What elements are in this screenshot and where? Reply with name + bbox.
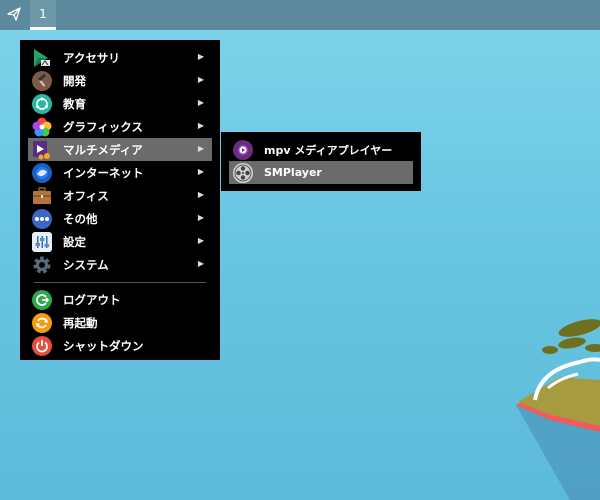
menu-item-label: オフィス (63, 188, 109, 203)
globe-icon (32, 162, 52, 183)
menu-item-label: インターネット (63, 165, 144, 180)
menu-item-other[interactable]: その他 ▶ (28, 207, 212, 230)
menu-item-shutdown[interactable]: シャットダウン (28, 334, 212, 357)
menu-item-label: 設定 (63, 234, 86, 249)
more-dots-icon (32, 208, 52, 229)
menu-item-label: アクセサリ (63, 50, 120, 65)
submenu-arrow-icon: ▶ (197, 213, 204, 222)
menu-item-graphics[interactable]: グラフィックス ▶ (28, 115, 212, 138)
hammer-icon (32, 70, 52, 91)
submenu-item-mpv[interactable]: mpv メディアプレイヤー (229, 138, 413, 161)
submenu-arrow-icon: ▶ (197, 190, 204, 199)
menu-item-development[interactable]: 開発 ▶ (28, 69, 212, 92)
logout-icon (32, 289, 52, 310)
mpv-play-icon (233, 139, 253, 160)
submenu-arrow-icon: ▶ (197, 167, 204, 176)
multimedia-submenu: mpv メディアプレイヤー SMPlayer (221, 132, 421, 191)
menu-item-education[interactable]: 教育 ▶ (28, 92, 212, 115)
menu-item-office[interactable]: オフィス ▶ (28, 184, 212, 207)
smplayer-reel-icon (233, 162, 253, 183)
accessories-icon (32, 48, 52, 68)
application-menu: アクセサリ ▶ 開発 ▶ 教育 ▶ グラフィックス ▶ マルチメディア ▶ イン… (20, 40, 220, 360)
submenu-arrow-icon: ▶ (197, 236, 204, 245)
workspace-1-button[interactable]: 1 (30, 0, 56, 30)
graphics-flower-icon (32, 117, 52, 137)
menu-item-internet[interactable]: インターネット ▶ (28, 161, 212, 184)
menu-item-label: ログアウト (63, 292, 121, 307)
menu-item-label: グラフィックス (63, 119, 143, 134)
menu-item-label: 開発 (63, 73, 86, 88)
app-launcher-button[interactable] (0, 0, 28, 30)
power-icon (32, 335, 52, 356)
settings-sliders-icon (32, 231, 52, 252)
menu-item-label: シャットダウン (63, 338, 144, 353)
submenu-item-smplayer[interactable]: SMPlayer (229, 161, 413, 184)
workspace-label: 1 (39, 6, 47, 21)
submenu-arrow-icon: ▶ (197, 121, 204, 130)
paper-plane-icon (7, 6, 21, 25)
submenu-item-label: SMPlayer (264, 166, 322, 179)
education-icon (32, 93, 52, 114)
briefcase-icon (32, 186, 52, 206)
wallpaper-island-decoration (516, 319, 600, 500)
menu-item-label: その他 (63, 211, 98, 226)
submenu-item-label: mpv メディアプレイヤー (264, 143, 393, 157)
menu-item-accessories[interactable]: アクセサリ ▶ (28, 46, 212, 69)
menu-item-label: マルチメディア (63, 142, 143, 157)
system-gear-icon (32, 255, 52, 275)
menu-item-restart[interactable]: 再起動 (28, 311, 212, 334)
top-panel: 1 (0, 0, 600, 30)
menu-separator (34, 282, 206, 283)
submenu-arrow-icon: ▶ (197, 259, 204, 268)
submenu-arrow-icon: ▶ (197, 98, 204, 107)
submenu-arrow-icon: ▶ (197, 144, 204, 153)
menu-item-label: 再起動 (63, 315, 98, 330)
menu-item-logout[interactable]: ログアウト (28, 288, 212, 311)
menu-item-label: 教育 (63, 96, 86, 111)
multimedia-icon (32, 140, 52, 160)
menu-item-system[interactable]: システム ▶ (28, 253, 212, 276)
restart-icon (32, 312, 52, 333)
menu-item-multimedia[interactable]: マルチメディア ▶ (28, 138, 212, 161)
submenu-arrow-icon: ▶ (197, 75, 204, 84)
submenu-arrow-icon: ▶ (197, 52, 204, 61)
menu-item-label: システム (63, 257, 109, 272)
menu-item-settings[interactable]: 設定 ▶ (28, 230, 212, 253)
